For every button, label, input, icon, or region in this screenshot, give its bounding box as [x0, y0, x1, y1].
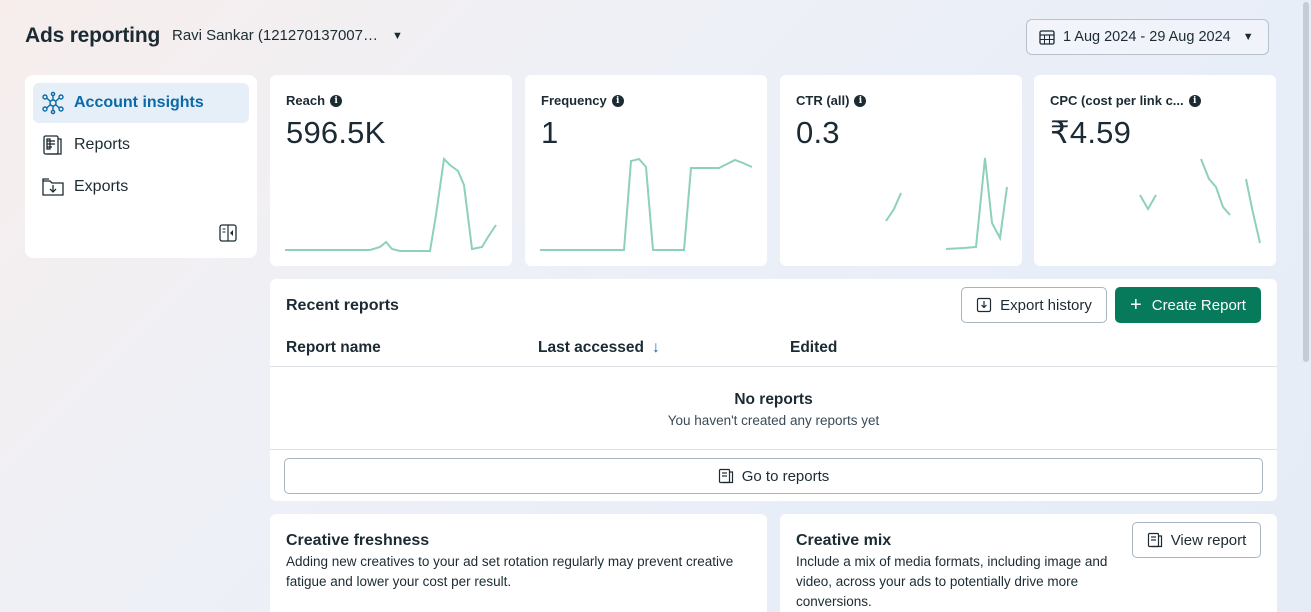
sparkline-chart	[540, 157, 753, 251]
scrollbar-thumb[interactable]	[1303, 2, 1309, 362]
sidebar-item-reports[interactable]: Reports	[33, 125, 249, 165]
sort-arrow-down-icon: ↓	[652, 339, 660, 356]
network-icon	[40, 90, 66, 116]
date-range-label: 1 Aug 2024 - 29 Aug 2024	[1063, 29, 1231, 45]
divider	[270, 366, 1277, 367]
card-title: Creative freshness	[286, 532, 430, 549]
scrollbar[interactable]	[1301, 0, 1311, 612]
collapse-panel-icon[interactable]	[219, 224, 237, 242]
calendar-icon	[1039, 30, 1055, 45]
date-range-picker[interactable]: 1 Aug 2024 - 29 Aug 2024 ▼	[1026, 19, 1269, 55]
card-title: Creative mix	[796, 532, 892, 549]
creative-freshness-card: Creative freshness Adding new creatives …	[270, 514, 767, 612]
sparkline	[1200, 158, 1231, 216]
account-name: Ravi Sankar (121270137007…	[172, 27, 378, 44]
sparkline-chart	[285, 156, 497, 252]
column-header-last-accessed[interactable]: Last accessed ↓	[538, 339, 660, 357]
sparkline-chart	[1139, 158, 1261, 244]
section-title: Recent reports	[286, 297, 399, 314]
sparkline	[1139, 194, 1157, 212]
column-header-label: Last accessed	[538, 339, 644, 356]
column-header-report-name[interactable]: Report name	[286, 339, 381, 357]
sparkline	[885, 192, 902, 222]
card-description: Adding new creatives to your ad set rota…	[286, 554, 734, 589]
create-report-button[interactable]: + Create Report	[1115, 287, 1261, 323]
sidebar-item-account-insights[interactable]: Account insights	[33, 83, 249, 123]
sidebar-item-exports[interactable]: Exports	[33, 167, 249, 207]
sparkline-chart	[885, 157, 1008, 250]
button-label: Create Report	[1151, 296, 1246, 314]
metric-card-reach[interactable]: Reach i 596.5K	[270, 75, 512, 266]
metric-card-cpc[interactable]: CPC (cost per link c... i ₹4.59	[1034, 75, 1276, 266]
export-history-button[interactable]: Export history	[961, 287, 1107, 323]
card-description: Include a mix of media formats, includin…	[796, 554, 1108, 609]
download-icon	[977, 297, 992, 313]
recent-reports-card: Recent reports Export history + Create R…	[270, 279, 1277, 501]
button-label: View report	[1170, 531, 1247, 549]
sparkline	[945, 157, 1008, 250]
metric-card-frequency[interactable]: Frequency i 1	[525, 75, 767, 266]
column-header-edited[interactable]: Edited	[790, 339, 837, 357]
page-title: Ads reporting	[25, 24, 161, 47]
sidebar-item-label: Reports	[74, 136, 131, 153]
empty-state-title: No reports	[734, 391, 813, 408]
sidebar-item-label: Exports	[74, 178, 129, 195]
divider	[270, 449, 1277, 450]
go-to-reports-button[interactable]: Go to reports	[284, 458, 1263, 494]
account-selector[interactable]: Ravi Sankar (121270137007… ▼	[172, 27, 403, 44]
metric-card-ctr[interactable]: CTR (all) i 0.3	[780, 75, 1022, 266]
sparkline	[285, 156, 497, 252]
reports-icon	[1147, 532, 1162, 548]
caret-down-icon: ▼	[391, 29, 403, 42]
sparkline	[540, 157, 753, 251]
button-label: Export history	[1000, 296, 1092, 314]
sidebar-item-label: Account insights	[74, 94, 204, 111]
caret-down-icon: ▼	[1242, 31, 1254, 43]
sparkline	[1245, 178, 1261, 244]
reports-icon	[718, 468, 733, 484]
view-report-button[interactable]: View report	[1132, 522, 1261, 558]
sidebar: Account insights Reports Exports	[25, 75, 257, 258]
creative-mix-card: Creative mix Include a mix of media form…	[780, 514, 1277, 612]
page-header: Ads reporting Ravi Sankar (121270137007……	[0, 0, 1311, 72]
button-label: Go to reports	[741, 467, 830, 485]
export-folder-icon	[40, 174, 66, 200]
empty-state-subtitle: You haven't created any reports yet	[667, 413, 880, 428]
plus-icon: +	[1130, 294, 1142, 316]
reports-icon	[40, 132, 66, 158]
